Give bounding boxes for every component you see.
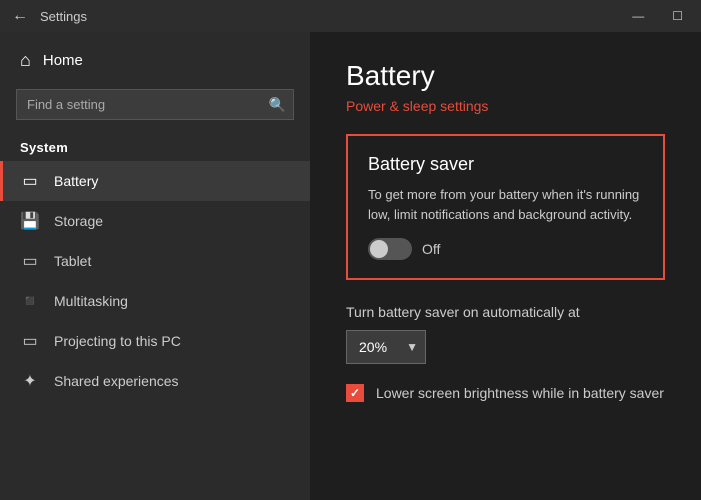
checkbox-check-icon: ✓ [350,386,360,400]
sidebar-section-label: System [0,128,310,161]
auto-percentage-dropdown-wrap: 20% 5% 10% 15% 25% 30% ▼ [346,330,426,364]
titlebar: ← Settings — ☐ [0,0,701,32]
brightness-checkbox-row: ✓ Lower screen brightness while in batte… [346,384,665,402]
window-controls: — ☐ [626,7,689,25]
titlebar-title: Settings [40,9,87,24]
power-sleep-link[interactable]: Power & sleep settings [346,98,488,114]
search-icon: 🔍 [269,96,286,113]
toggle-knob [370,240,388,258]
projecting-icon: ▭ [20,331,40,351]
toggle-row: Off [368,238,643,260]
tablet-icon: ▭ [20,251,40,271]
battery-icon: ▭ [20,171,40,191]
sidebar-item-battery[interactable]: ▭ Battery [0,161,310,201]
auto-battery-section: Turn battery saver on automatically at 2… [346,304,665,364]
minimize-button[interactable]: — [626,7,650,25]
content-area: Battery Power & sleep settings Battery s… [310,32,701,500]
brightness-checkbox[interactable]: ✓ [346,384,364,402]
sidebar-item-storage-label: Storage [54,213,103,229]
search-input[interactable] [16,89,294,120]
auto-label: Turn battery saver on automatically at [346,304,665,320]
sidebar-item-tablet-label: Tablet [54,253,91,269]
sidebar-item-home[interactable]: ⌂ Home [0,40,310,81]
back-button[interactable]: ← [12,7,28,25]
battery-saver-toggle[interactable] [368,238,412,260]
sidebar-item-projecting-label: Projecting to this PC [54,333,181,349]
battery-saver-title: Battery saver [368,154,643,175]
home-icon: ⌂ [20,50,31,71]
sidebar-item-storage[interactable]: 💾 Storage [0,201,310,241]
sidebar-item-shared[interactable]: ✦ Shared experiences [0,361,310,401]
home-label: Home [43,52,83,69]
battery-saver-card: Battery saver To get more from your batt… [346,134,665,280]
shared-icon: ✦ [20,371,40,391]
battery-saver-description: To get more from your battery when it's … [368,185,643,224]
toggle-label: Off [422,241,440,257]
sidebar: ⌂ Home 🔍 System ▭ Battery 💾 Storage ▭ Ta… [0,32,310,500]
sidebar-item-multitasking-label: Multitasking [54,293,128,309]
search-box: 🔍 [16,89,294,120]
sidebar-item-tablet[interactable]: ▭ Tablet [0,241,310,281]
sidebar-item-multitasking[interactable]: ◾ Multitasking [0,281,310,321]
auto-percentage-dropdown[interactable]: 20% 5% 10% 15% 25% 30% [346,330,426,364]
brightness-checkbox-label: Lower screen brightness while in battery… [376,385,664,401]
storage-icon: 💾 [20,211,40,231]
page-title: Battery [346,60,665,92]
sidebar-item-battery-label: Battery [54,173,98,189]
sidebar-item-shared-label: Shared experiences [54,373,179,389]
main-layout: ⌂ Home 🔍 System ▭ Battery 💾 Storage ▭ Ta… [0,32,701,500]
maximize-button[interactable]: ☐ [666,7,689,25]
sidebar-item-projecting[interactable]: ▭ Projecting to this PC [0,321,310,361]
multitasking-icon: ◾ [20,291,40,311]
